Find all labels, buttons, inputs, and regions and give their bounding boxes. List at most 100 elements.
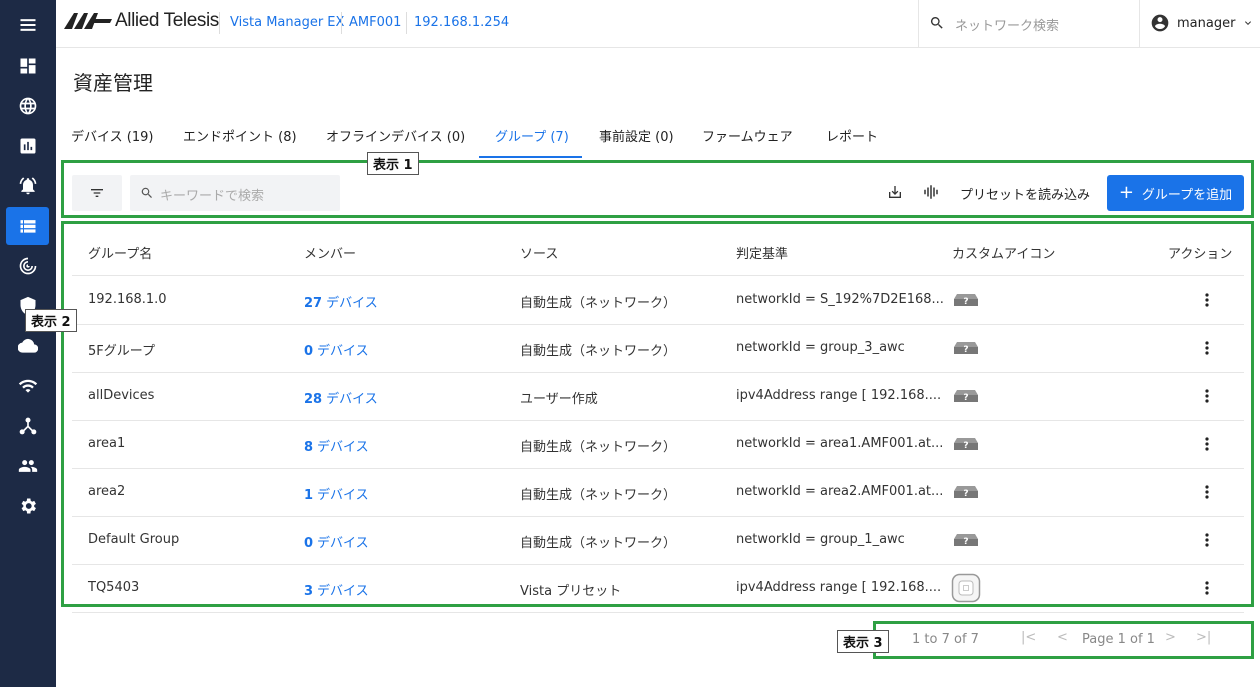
tab-preconfig[interactable]: 事前設定 (0) (599, 126, 674, 145)
page-title: 資産管理 (73, 71, 153, 95)
source-cell: 自動生成（ネットワーク） (520, 344, 677, 359)
member-unit: デバイス (317, 344, 369, 359)
access-point-icon (951, 573, 981, 603)
question-icon: ? (954, 534, 978, 547)
breadcrumb-amf[interactable]: AMF001 (349, 15, 401, 30)
member-count-link[interactable]: 1 デバイス (304, 484, 369, 503)
row-divider (72, 372, 1244, 373)
topology-icon[interactable] (6, 407, 49, 445)
tab-endpoints[interactable]: エンドポイント (8) (183, 126, 297, 145)
more-actions-icon[interactable] (1205, 437, 1209, 451)
member-count: 3 (304, 584, 314, 599)
breadcrumb-ip[interactable]: 192.168.1.254 (414, 15, 509, 30)
source-cell: ユーザー作成 (520, 392, 598, 407)
question-icon: ? (954, 438, 978, 451)
brand-name: Allied Telesis (115, 10, 219, 31)
sidebar (0, 0, 56, 687)
cloud-icon[interactable] (6, 327, 49, 365)
keyword-search-input[interactable]: キーワードで検索 (130, 175, 340, 211)
row-divider (72, 468, 1244, 469)
last-page-icon[interactable]: >| (1196, 630, 1211, 645)
question-icon: ? (954, 294, 978, 307)
menu-icon[interactable] (6, 6, 49, 44)
column-header-group-name[interactable]: グループ名 (88, 243, 152, 262)
top-bar: Allied Telesis Vista Manager EX AMF001 1… (56, 0, 1260, 48)
pager-page: Page 1 of 1 (1082, 632, 1155, 647)
group-name-cell: area2 (88, 484, 126, 499)
settings-gear-icon[interactable] (6, 487, 49, 525)
asset-list-icon[interactable] (6, 207, 49, 245)
member-count-link[interactable]: 28 デバイス (304, 388, 378, 407)
first-page-icon[interactable]: |< (1021, 630, 1036, 645)
breadcrumb-vista-manager[interactable]: Vista Manager EX (230, 15, 344, 30)
svg-text:?: ? (963, 489, 968, 499)
search-icon (141, 187, 152, 198)
column-settings-button[interactable] (921, 182, 941, 202)
column-header-criteria[interactable]: 判定基準 (736, 243, 788, 262)
more-actions-icon[interactable] (1205, 293, 1209, 307)
network-search-input[interactable]: ネットワーク検索 (918, 0, 1140, 47)
source-cell: Vista プリセット (520, 584, 622, 599)
member-count: 28 (304, 392, 323, 407)
more-actions-icon[interactable] (1205, 389, 1209, 403)
svg-text:?: ? (963, 297, 968, 307)
column-header-source[interactable]: ソース (520, 243, 558, 262)
load-preset-button[interactable]: プリセットを読み込み (960, 184, 1090, 203)
filter-button[interactable] (72, 175, 122, 211)
user-name: manager (1177, 15, 1236, 31)
row-divider (72, 420, 1244, 421)
column-header-actions: アクション (1168, 247, 1233, 262)
more-actions-icon[interactable] (1205, 533, 1209, 547)
group-name-cell: 192.168.1.0 (88, 292, 167, 307)
column-header-custom-icon[interactable]: カスタムアイコン (952, 243, 1055, 262)
svg-text:?: ? (963, 537, 968, 547)
dashboard-icon[interactable] (6, 47, 49, 85)
radar-icon[interactable] (6, 247, 49, 285)
member-unit: デバイス (317, 584, 369, 599)
download-button[interactable] (885, 182, 905, 202)
tab-firmware[interactable]: ファームウェア (702, 126, 793, 145)
source-cell: 自動生成（ネットワーク） (520, 440, 677, 455)
brand-logo: Allied Telesis (64, 10, 219, 32)
member-count-link[interactable]: 0 デバイス (304, 532, 369, 551)
tab-offline-devices[interactable]: オフラインデバイス (0) (326, 126, 465, 145)
search-icon (930, 17, 943, 29)
chart-icon[interactable] (6, 127, 49, 165)
member-count-link[interactable]: 8 デバイス (304, 436, 369, 455)
question-icon: ? (954, 486, 978, 499)
divider (341, 12, 342, 34)
user-menu[interactable]: manager (1150, 13, 1254, 33)
member-count-link[interactable]: 0 デバイス (304, 340, 369, 359)
globe-icon[interactable] (6, 87, 49, 125)
add-group-label: グループを追加 (1141, 187, 1233, 203)
source-cell: 自動生成（ネットワーク） (520, 488, 677, 503)
criteria-cell: networkId = group_3_awc (736, 340, 905, 355)
allied-telesis-mark-icon (64, 13, 112, 29)
previous-page-icon[interactable]: < (1057, 630, 1068, 645)
question-icon: ? (954, 390, 978, 403)
wifi-icon[interactable] (6, 367, 49, 405)
question-icon: ? (954, 342, 978, 355)
group-name-cell: Default Group (88, 532, 180, 547)
column-header-members[interactable]: メンバー (304, 243, 356, 262)
keyword-search-placeholder: キーワードで検索 (160, 189, 265, 204)
annotation-label-2: 表示 2 (25, 309, 77, 332)
tab-devices[interactable]: デバイス (19) (71, 126, 153, 145)
member-unit: デバイス (317, 488, 369, 503)
tab-groups[interactable]: グループ (7) (495, 126, 569, 145)
users-icon[interactable] (6, 447, 49, 485)
alarm-icon[interactable] (6, 167, 49, 205)
table-bottom-divider (72, 612, 1244, 613)
tab-reports[interactable]: レポート (826, 126, 878, 145)
more-actions-icon[interactable] (1205, 485, 1209, 499)
svg-text:?: ? (963, 441, 968, 451)
columns-icon (924, 185, 938, 199)
add-group-button[interactable]: + グループを追加 (1107, 175, 1244, 211)
next-page-icon[interactable]: > (1165, 630, 1176, 645)
row-divider (72, 324, 1244, 325)
member-count-link[interactable]: 27 デバイス (304, 292, 378, 311)
more-actions-icon[interactable] (1205, 581, 1209, 595)
more-actions-icon[interactable] (1205, 341, 1209, 355)
member-count-link[interactable]: 3 デバイス (304, 580, 369, 599)
source-cell: 自動生成（ネットワーク） (520, 296, 677, 311)
